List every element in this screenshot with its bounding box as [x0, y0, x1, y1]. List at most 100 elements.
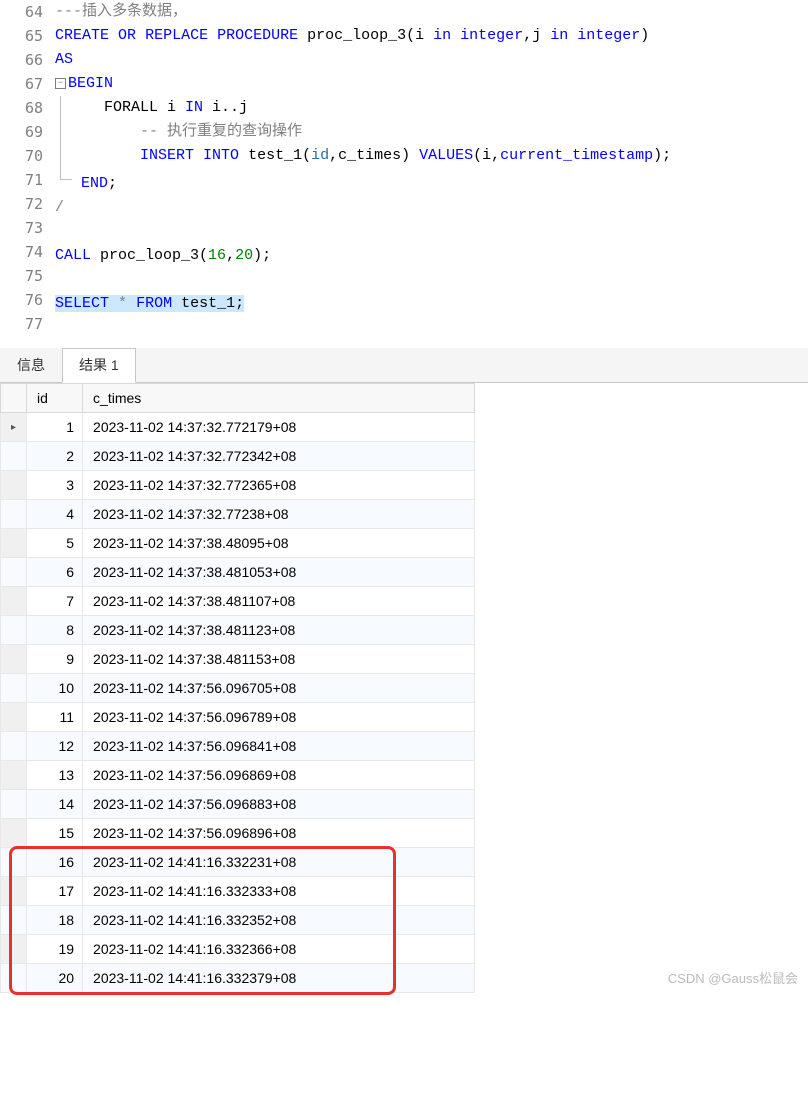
cell-ctimes[interactable]: 2023-11-02 14:37:38.481107+08 [83, 587, 475, 616]
cell-ctimes[interactable]: 2023-11-02 14:41:16.332379+08 [83, 964, 475, 993]
cell-ctimes[interactable]: 2023-11-02 14:37:56.096883+08 [83, 790, 475, 819]
cell-id[interactable]: 13 [27, 761, 83, 790]
table-row[interactable]: 62023-11-02 14:37:38.481053+08 [1, 558, 475, 587]
table-row[interactable]: 202023-11-02 14:41:16.332379+08 [1, 964, 475, 993]
cell-id[interactable]: 18 [27, 906, 83, 935]
code-line[interactable]: -- 执行重复的查询操作 [55, 120, 808, 144]
code-content[interactable]: ---插入多条数据，CREATE OR REPLACE PROCEDURE pr… [55, 0, 808, 340]
cell-ctimes[interactable]: 2023-11-02 14:37:56.096869+08 [83, 761, 475, 790]
code-line[interactable]: CALL proc_loop_3(16,20); [55, 244, 808, 268]
table-row[interactable]: 12023-11-02 14:37:32.772179+08 [1, 413, 475, 442]
tab-result-1[interactable]: 结果 1 [62, 348, 136, 383]
cell-id[interactable]: 5 [27, 529, 83, 558]
line-number: 77 [0, 312, 43, 336]
line-number: 64 [0, 0, 43, 24]
table-row[interactable]: 82023-11-02 14:37:38.481123+08 [1, 616, 475, 645]
code-line[interactable]: CREATE OR REPLACE PROCEDURE proc_loop_3(… [55, 24, 808, 48]
row-marker [1, 558, 27, 587]
results-panel: id c_times 12023-11-02 14:37:32.772179+0… [0, 383, 808, 993]
cell-ctimes[interactable]: 2023-11-02 14:41:16.332352+08 [83, 906, 475, 935]
cell-id[interactable]: 8 [27, 616, 83, 645]
row-marker [1, 935, 27, 964]
row-marker [1, 790, 27, 819]
row-marker [1, 906, 27, 935]
row-marker [1, 442, 27, 471]
table-row[interactable]: 142023-11-02 14:37:56.096883+08 [1, 790, 475, 819]
result-tabs: 信息 结果 1 [0, 348, 808, 383]
cell-id[interactable]: 11 [27, 703, 83, 732]
table-row[interactable]: 132023-11-02 14:37:56.096869+08 [1, 761, 475, 790]
cell-id[interactable]: 6 [27, 558, 83, 587]
cell-id[interactable]: 20 [27, 964, 83, 993]
cell-ctimes[interactable]: 2023-11-02 14:37:56.096705+08 [83, 674, 475, 703]
row-marker-header [1, 384, 27, 413]
cell-id[interactable]: 16 [27, 848, 83, 877]
tab-info[interactable]: 信息 [0, 348, 62, 382]
code-line[interactable]: / [55, 196, 808, 220]
cell-ctimes[interactable]: 2023-11-02 14:37:38.481053+08 [83, 558, 475, 587]
table-row[interactable]: 152023-11-02 14:37:56.096896+08 [1, 819, 475, 848]
row-marker [1, 964, 27, 993]
table-row[interactable]: 32023-11-02 14:37:32.772365+08 [1, 471, 475, 500]
cell-ctimes[interactable]: 2023-11-02 14:41:16.332366+08 [83, 935, 475, 964]
cell-id[interactable]: 9 [27, 645, 83, 674]
line-number: 73 [0, 216, 43, 240]
code-line[interactable]: FORALL i IN i..j [55, 96, 808, 120]
cell-ctimes[interactable]: 2023-11-02 14:37:32.772179+08 [83, 413, 475, 442]
table-row[interactable]: 172023-11-02 14:41:16.332333+08 [1, 877, 475, 906]
table-row[interactable]: 102023-11-02 14:37:56.096705+08 [1, 674, 475, 703]
cell-id[interactable]: 12 [27, 732, 83, 761]
code-line[interactable] [55, 220, 808, 244]
table-row[interactable]: 182023-11-02 14:41:16.332352+08 [1, 906, 475, 935]
table-row[interactable]: 122023-11-02 14:37:56.096841+08 [1, 732, 475, 761]
line-number: 72 [0, 192, 43, 216]
code-line[interactable]: SELECT * FROM test_1; [55, 292, 808, 316]
row-marker [1, 500, 27, 529]
cell-id[interactable]: 17 [27, 877, 83, 906]
cell-id[interactable]: 4 [27, 500, 83, 529]
code-line[interactable]: INSERT INTO test_1(id,c_times) VALUES(i,… [55, 144, 808, 168]
row-marker [1, 877, 27, 906]
results-table[interactable]: id c_times 12023-11-02 14:37:32.772179+0… [0, 383, 475, 993]
table-row[interactable]: 42023-11-02 14:37:32.77238+08 [1, 500, 475, 529]
code-line[interactable] [55, 316, 808, 340]
cell-id[interactable]: 3 [27, 471, 83, 500]
code-line[interactable]: END; [55, 168, 808, 196]
code-line[interactable]: −BEGIN [55, 72, 808, 96]
table-row[interactable]: 52023-11-02 14:37:38.48095+08 [1, 529, 475, 558]
table-row[interactable]: 92023-11-02 14:37:38.481153+08 [1, 645, 475, 674]
cell-ctimes[interactable]: 2023-11-02 14:37:56.096841+08 [83, 732, 475, 761]
cell-ctimes[interactable]: 2023-11-02 14:41:16.332231+08 [83, 848, 475, 877]
table-row[interactable]: 192023-11-02 14:41:16.332366+08 [1, 935, 475, 964]
row-marker [1, 413, 27, 442]
cell-ctimes[interactable]: 2023-11-02 14:37:32.772365+08 [83, 471, 475, 500]
cell-id[interactable]: 10 [27, 674, 83, 703]
cell-ctimes[interactable]: 2023-11-02 14:37:32.772342+08 [83, 442, 475, 471]
table-row[interactable]: 22023-11-02 14:37:32.772342+08 [1, 442, 475, 471]
table-row[interactable]: 162023-11-02 14:41:16.332231+08 [1, 848, 475, 877]
line-number: 67 [0, 72, 43, 96]
cell-ctimes[interactable]: 2023-11-02 14:37:56.096896+08 [83, 819, 475, 848]
cell-id[interactable]: 7 [27, 587, 83, 616]
cell-id[interactable]: 19 [27, 935, 83, 964]
cell-id[interactable]: 14 [27, 790, 83, 819]
code-editor[interactable]: 6465666768697071727374757677 ---插入多条数据，C… [0, 0, 808, 340]
cell-ctimes[interactable]: 2023-11-02 14:37:38.481123+08 [83, 616, 475, 645]
table-row[interactable]: 112023-11-02 14:37:56.096789+08 [1, 703, 475, 732]
cell-id[interactable]: 1 [27, 413, 83, 442]
cell-ctimes[interactable]: 2023-11-02 14:41:16.332333+08 [83, 877, 475, 906]
cell-id[interactable]: 15 [27, 819, 83, 848]
code-line[interactable]: ---插入多条数据， [55, 0, 808, 24]
cell-ctimes[interactable]: 2023-11-02 14:37:38.48095+08 [83, 529, 475, 558]
cell-ctimes[interactable]: 2023-11-02 14:37:56.096789+08 [83, 703, 475, 732]
table-row[interactable]: 72023-11-02 14:37:38.481107+08 [1, 587, 475, 616]
cell-ctimes[interactable]: 2023-11-02 14:37:38.481153+08 [83, 645, 475, 674]
code-line[interactable]: AS [55, 48, 808, 72]
row-marker [1, 848, 27, 877]
cell-id[interactable]: 2 [27, 442, 83, 471]
cell-ctimes[interactable]: 2023-11-02 14:37:32.77238+08 [83, 500, 475, 529]
column-header-ctimes[interactable]: c_times [83, 384, 475, 413]
fold-toggle-icon[interactable]: − [55, 78, 66, 89]
code-line[interactable] [55, 268, 808, 292]
column-header-id[interactable]: id [27, 384, 83, 413]
